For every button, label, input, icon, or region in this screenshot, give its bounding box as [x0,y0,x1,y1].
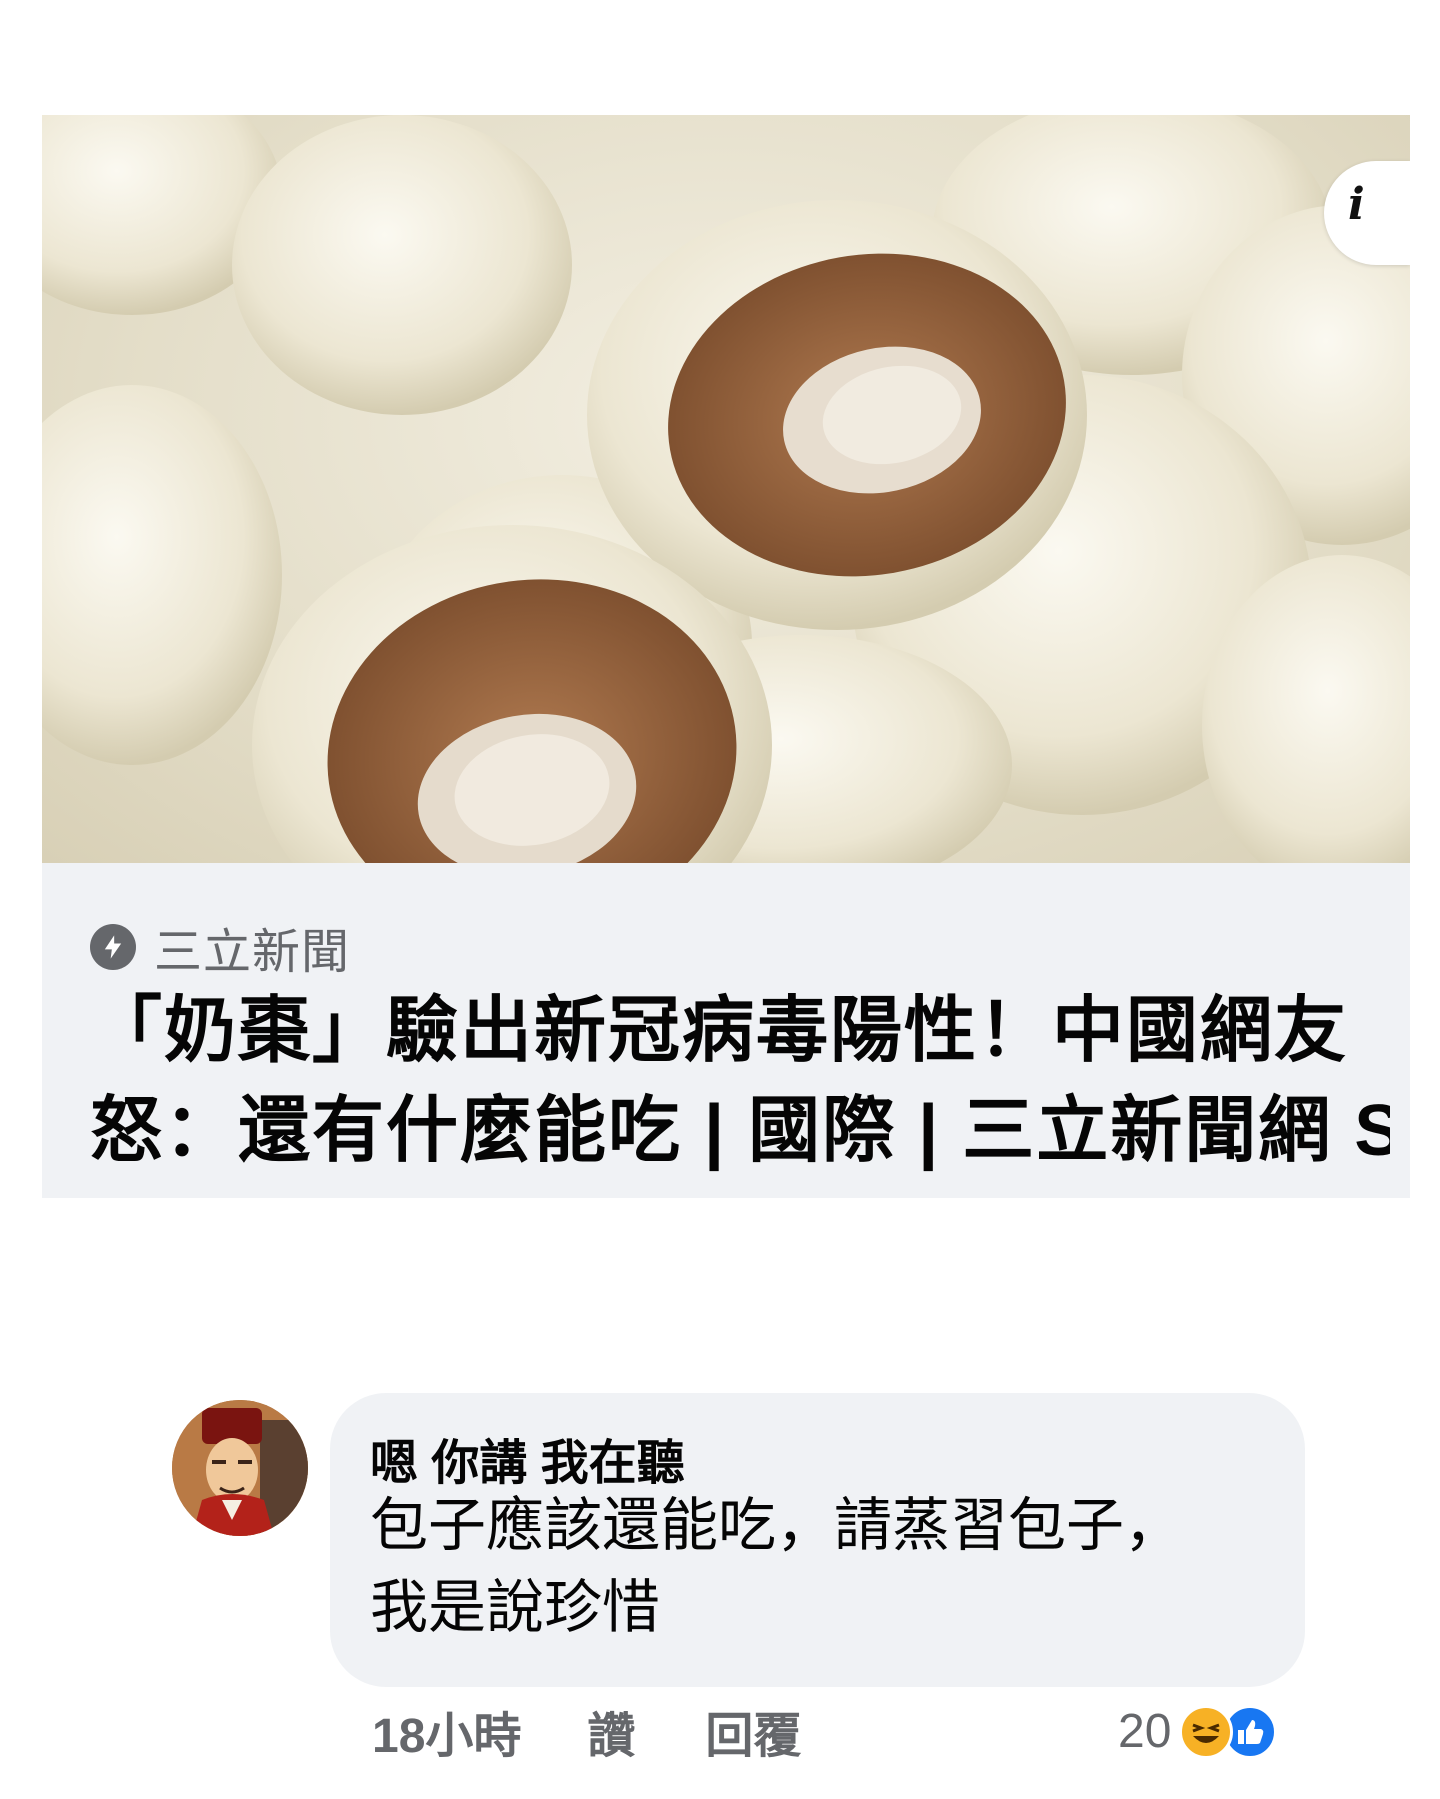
comment-text-line: 包子應該還能吃，請蒸習包子， [370,1493,1183,1558]
comment-bubble[interactable]: 嗯 你講 我在聽 包子應該還能吃，請蒸習包子， 我是說珍惜 [330,1393,1305,1687]
comment-timestamp[interactable]: 18小時 [372,1696,521,1766]
headline[interactable]: 「奶棗」驗出新冠病毒陽性！中國網友 怒：還有什麼能吃 | 國際 | 三立新聞網 … [90,981,1390,1181]
bolt-icon [90,924,136,970]
info-icon: i [1348,179,1365,230]
preview-image[interactable]: i [42,115,1410,863]
comment-author[interactable]: 嗯 你講 我在聽 [370,1423,685,1493]
source-row: 三立新聞 [90,919,350,979]
link-preview-card[interactable]: i 三立新聞 「奶棗」驗出新冠病毒陽性！中國網友 怒：還有什麼能吃 | 國際 |… [42,115,1410,1198]
reaction-summary[interactable]: 20 [1118,1698,1289,1764]
source-name: 三立新聞 [154,926,351,979]
reaction-count: 20 [1118,1704,1172,1758]
comment-actions: 18小時 讚 回覆 [372,1696,801,1766]
reaction-icons [1179,1701,1289,1761]
milk-date-candies-illustration [42,115,1410,863]
reply-button[interactable]: 回覆 [705,1696,801,1766]
comment-text-line: 我是說珍惜 [370,1575,661,1640]
avatar-illustration [172,1400,308,1536]
headline-line: 怒：還有什麼能吃 | 國際 | 三立新聞網 S... [90,1091,1390,1171]
haha-icon [1179,1705,1234,1759]
like-button[interactable]: 讚 [587,1696,635,1766]
avatar[interactable] [172,1400,308,1536]
headline-line: 「奶棗」驗出新冠病毒陽性！中國網友 [90,991,1349,1071]
link-preview-body[interactable]: 三立新聞 「奶棗」驗出新冠病毒陽性！中國網友 怒：還有什麼能吃 | 國際 | 三… [42,863,1410,1198]
comment-text: 包子應該還能吃，請蒸習包子， 我是說珍惜 [370,1485,1182,1649]
